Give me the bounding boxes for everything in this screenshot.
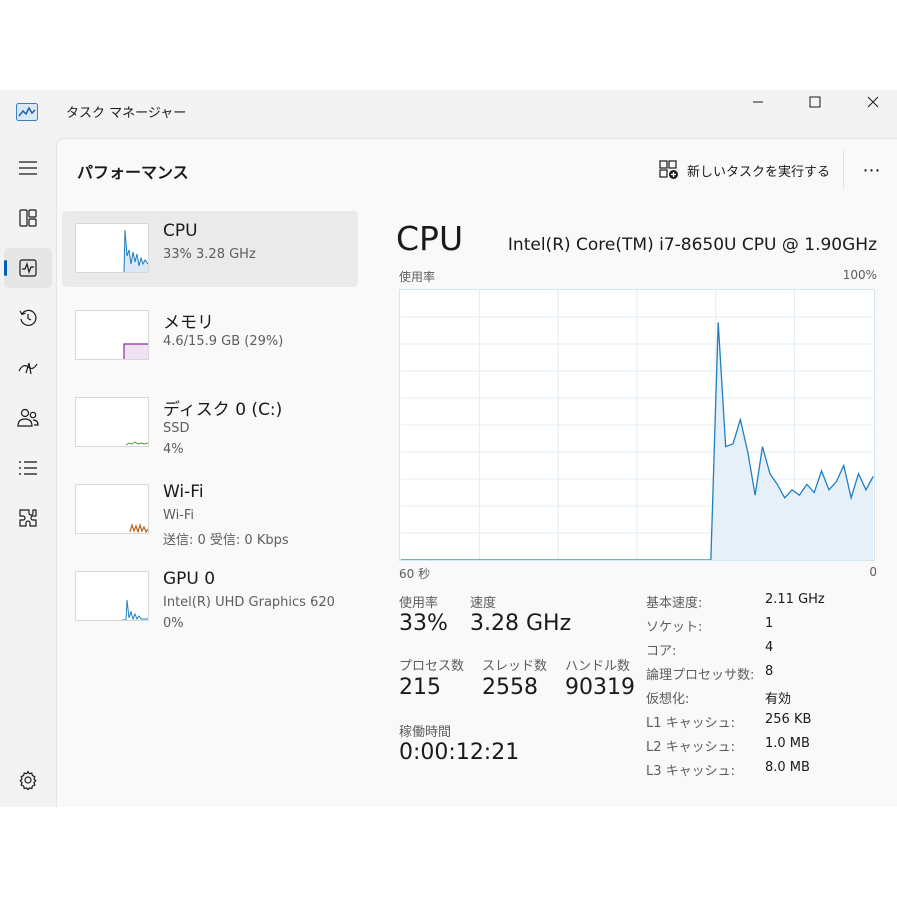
- speed-value: 3.28 GHz: [470, 611, 572, 636]
- nav-settings[interactable]: [4, 760, 52, 800]
- nav-details[interactable]: [4, 448, 52, 488]
- threads-label: スレッド数: [482, 659, 548, 674]
- page-title: パフォーマンス: [77, 163, 189, 182]
- cpu-usage-graph: [399, 289, 875, 561]
- minimize-icon: [753, 101, 763, 103]
- info-key: 仮想化:: [646, 692, 690, 707]
- resource-sub: 4.6/15.9 GB (29%): [163, 334, 284, 349]
- run-new-task-label: 新しいタスクを実行する: [687, 164, 831, 180]
- nav-users[interactable]: [4, 398, 52, 438]
- resource-name: メモリ: [163, 313, 214, 333]
- users-icon: [17, 408, 39, 427]
- resource-list: CPU 33% 3.28 GHz メモリ 4.6/15.9 GB (29%) デ…: [62, 211, 360, 646]
- resource-sub-2: 送信: 0 受信: 0 Kbps: [163, 533, 289, 548]
- resource-disk[interactable]: ディスク 0 (C:) SSD 4%: [62, 385, 358, 461]
- resource-name: CPU: [163, 221, 198, 241]
- title-bar: タスク マネージャー: [0, 90, 897, 138]
- history-icon: [19, 309, 37, 326]
- details-icon: [19, 461, 37, 475]
- task-manager-app-icon: [16, 103, 38, 121]
- nav-startup[interactable]: [4, 348, 52, 388]
- window-title: タスク マネージャー: [66, 106, 187, 121]
- resource-gpu[interactable]: GPU 0 Intel(R) UHD Graphics 620 0%: [62, 559, 358, 635]
- cpu-model: Intel(R) Core(TM) i7-8650U CPU @ 1.90GHz: [507, 235, 877, 255]
- more-options-button[interactable]: ⋯: [857, 153, 887, 187]
- resource-sub: SSD: [163, 421, 190, 436]
- resource-sub: 33% 3.28 GHz: [163, 247, 256, 262]
- resource-sub-2: 0%: [163, 616, 184, 631]
- nav-rail: [0, 138, 56, 807]
- info-value: 2.11 GHz: [765, 592, 825, 607]
- usage-value: 33%: [399, 611, 448, 636]
- info-key: コア:: [646, 644, 677, 659]
- uptime-value: 0:00:12:21: [399, 740, 520, 765]
- info-key: L2 キャッシュ:: [646, 740, 736, 755]
- processes-label: プロセス数: [399, 659, 465, 674]
- cpu-thumbnail-graph: [75, 223, 149, 273]
- speed-label: 速度: [470, 596, 497, 611]
- info-value: 4: [765, 640, 774, 655]
- resource-cpu[interactable]: CPU 33% 3.28 GHz: [62, 211, 358, 287]
- detail-title: CPU: [396, 219, 464, 258]
- nav-menu-toggle[interactable]: [4, 148, 52, 188]
- info-key: 論理プロセッサ数:: [646, 668, 755, 683]
- close-button[interactable]: [844, 90, 897, 114]
- nav-services[interactable]: [4, 498, 52, 538]
- handles-label: ハンドル数: [565, 659, 631, 674]
- active-indicator: [4, 260, 7, 276]
- info-value: 8: [765, 664, 774, 679]
- axis-left-label: 60 秒: [399, 567, 431, 581]
- header-separator: [843, 149, 844, 189]
- run-new-task-button[interactable]: 新しいタスクを実行する: [653, 153, 836, 187]
- services-icon: [19, 509, 37, 527]
- nav-app-history[interactable]: [4, 298, 52, 338]
- minimize-button[interactable]: [729, 90, 787, 114]
- info-value: 256 KB: [765, 712, 812, 727]
- resource-sub-2: 4%: [163, 442, 184, 457]
- resource-name: Wi-Fi: [163, 482, 204, 502]
- processes-icon: [19, 209, 37, 227]
- uptime-label: 稼働時間: [399, 725, 452, 740]
- resource-memory[interactable]: メモリ 4.6/15.9 GB (29%): [62, 298, 358, 374]
- info-value: 有効: [765, 692, 792, 707]
- info-key: 基本速度:: [646, 596, 703, 611]
- graph-max-label: 100%: [842, 268, 877, 282]
- resource-name: GPU 0: [163, 569, 216, 589]
- resource-wifi[interactable]: Wi-Fi Wi-Fi 送信: 0 受信: 0 Kbps: [62, 472, 358, 548]
- info-key: L1 キャッシュ:: [646, 716, 736, 731]
- info-key: L3 キャッシュ:: [646, 764, 736, 779]
- performance-icon: [19, 259, 37, 277]
- gear-icon: [19, 770, 37, 790]
- graph-label: 使用率: [399, 270, 436, 284]
- run-task-icon: [659, 160, 678, 179]
- processes-value: 215: [399, 675, 441, 700]
- startup-icon: [18, 362, 38, 375]
- resource-sub: Wi-Fi: [163, 508, 195, 523]
- cpu-detail-pane: CPU Intel(R) Core(TM) i7-8650U CPU @ 1.9…: [391, 211, 891, 801]
- handles-value: 90319: [565, 675, 635, 700]
- close-icon: [867, 96, 879, 108]
- axis-right-label: 0: [869, 565, 877, 579]
- resource-name: ディスク 0 (C:): [163, 400, 283, 420]
- disk-thumbnail-graph: [75, 397, 149, 447]
- task-manager-window: タスク マネージャー パフォーマンス 新しいタスクを実行する ⋯ CPU 33%…: [0, 90, 897, 807]
- threads-value: 2558: [482, 675, 538, 700]
- info-value: 1.0 MB: [765, 736, 810, 751]
- hamburger-icon: [19, 161, 37, 175]
- memory-thumbnail-graph: [75, 310, 149, 360]
- maximize-button[interactable]: [786, 90, 844, 114]
- nav-processes[interactable]: [4, 198, 52, 238]
- wifi-thumbnail-graph: [75, 484, 149, 534]
- info-value: 8.0 MB: [765, 760, 810, 775]
- info-value: 1: [765, 616, 774, 631]
- gpu-thumbnail-graph: [75, 571, 149, 621]
- info-key: ソケット:: [646, 620, 703, 635]
- nav-performance[interactable]: [4, 248, 52, 288]
- maximize-icon: [809, 96, 821, 108]
- resource-sub: Intel(R) UHD Graphics 620: [163, 595, 335, 610]
- content-pane: パフォーマンス 新しいタスクを実行する ⋯ CPU 33% 3.28 GHz メ…: [56, 138, 897, 807]
- usage-label: 使用率: [399, 596, 439, 611]
